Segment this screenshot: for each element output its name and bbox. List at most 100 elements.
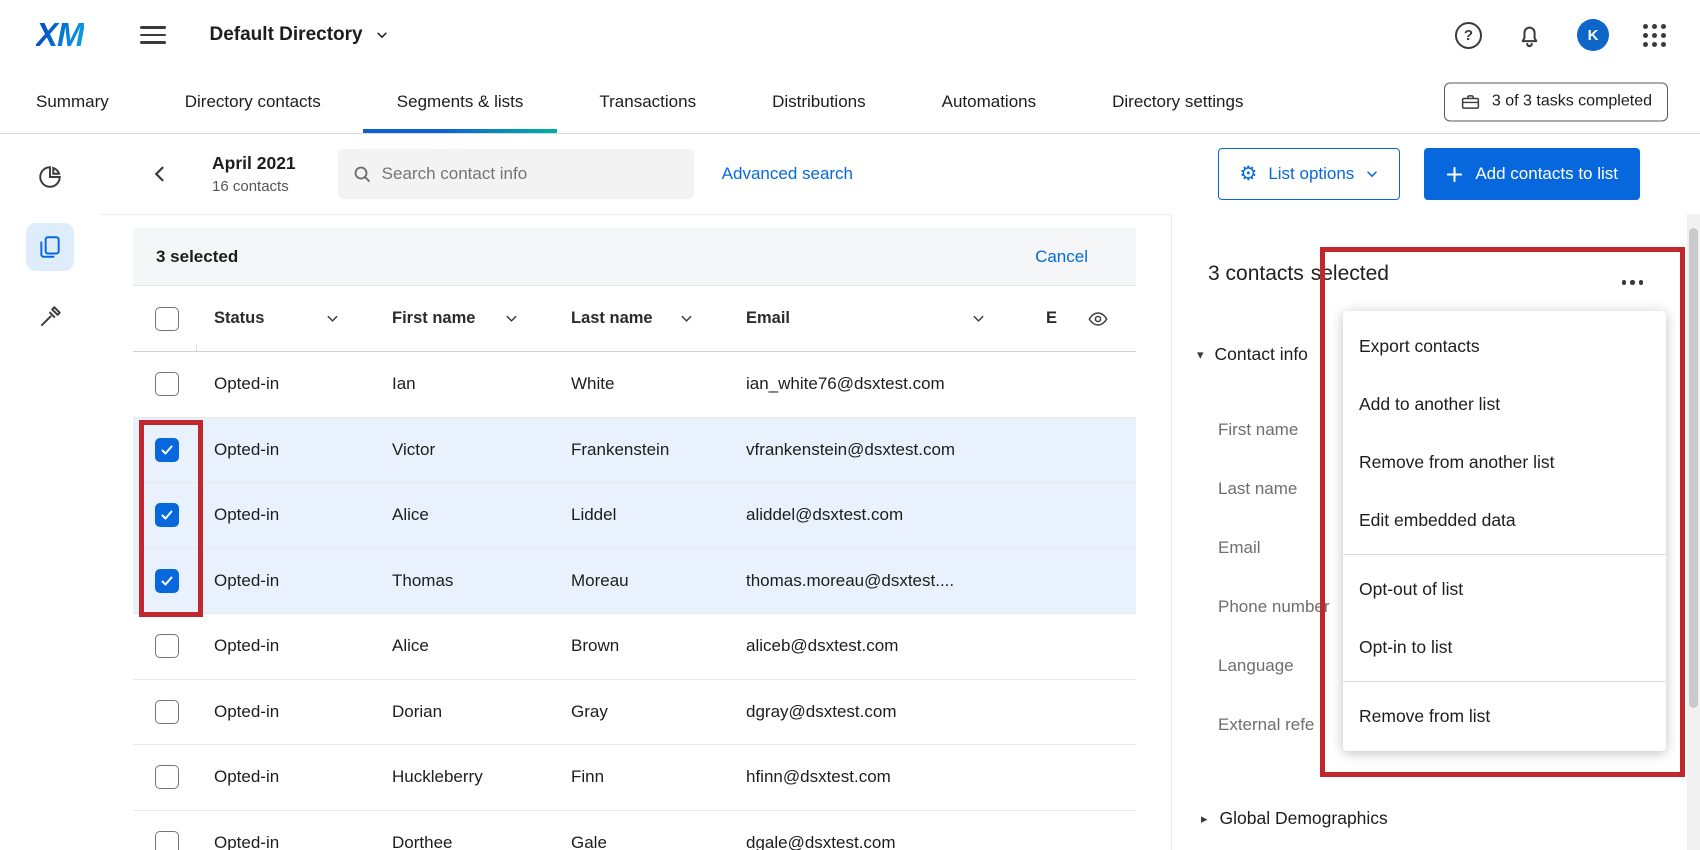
tab-distributions[interactable]: Distributions	[772, 70, 866, 133]
menu-item-remove-from-list[interactable]: Remove from list	[1343, 687, 1666, 745]
panel-title: 3 contactsselected	[1208, 262, 1389, 286]
top-bar: XM Default Directory ? K	[0, 0, 1700, 70]
menu-item-opt-in-to-list[interactable]: Opt-in to list	[1343, 618, 1666, 676]
chevron-down-icon	[375, 28, 389, 42]
table-row[interactable]: Opted-in Thomas Moreau thomas.moreau@dsx…	[133, 549, 1136, 615]
row-checkbox[interactable]	[155, 765, 179, 789]
table-row[interactable]: Opted-in Ian White ian_white76@dsxtest.c…	[133, 352, 1136, 418]
table-row[interactable]: Opted-in Dorthee Gale dgale@dsxtest.com	[133, 811, 1136, 850]
left-icon-rail	[0, 134, 100, 850]
search-input[interactable]	[382, 164, 680, 184]
table-row[interactable]: Opted-in Alice Brown aliceb@dsxtest.com	[133, 614, 1136, 680]
cell-last-name: Liddel	[553, 505, 728, 525]
sort-chevron-icon[interactable]	[971, 311, 986, 326]
menu-item-opt-out-of-list[interactable]: Opt-out of list	[1343, 560, 1666, 618]
menu-item-add-to-another-list[interactable]: Add to another list	[1343, 375, 1666, 433]
select-all-checkbox[interactable]	[155, 307, 179, 331]
cell-email: thomas.moreau@dsxtest....	[728, 571, 1046, 591]
row-checkbox[interactable]	[155, 372, 179, 396]
tab-summary[interactable]: Summary	[36, 70, 109, 133]
header-checkbox-cell	[133, 307, 196, 331]
table-row[interactable]: Opted-in Victor Frankenstein vfrankenste…	[133, 418, 1136, 484]
list-options-label: List options	[1268, 164, 1354, 184]
gear-icon: ⚙	[1239, 164, 1257, 184]
sort-chevron-icon[interactable]	[679, 311, 694, 326]
sort-chevron-icon[interactable]	[325, 311, 340, 326]
column-header-last-name[interactable]: Last name	[553, 309, 728, 328]
table-row[interactable]: Opted-in Dorian Gray dgray@dsxtest.com	[133, 680, 1136, 746]
back-chevron-icon[interactable]	[148, 162, 172, 186]
cancel-selection-link[interactable]: Cancel	[1035, 247, 1088, 267]
tab-directory-contacts[interactable]: Directory contacts	[185, 70, 321, 133]
column-label: First name	[392, 309, 475, 328]
more-options-ellipsis-icon[interactable]	[1618, 276, 1648, 289]
hamburger-menu-icon[interactable]	[140, 21, 166, 49]
cell-status: Opted-in	[196, 374, 374, 394]
row-checkbox[interactable]	[155, 503, 179, 527]
column-label: Status	[214, 309, 264, 328]
menu-item-export-contacts[interactable]: Export contacts	[1343, 317, 1666, 375]
cell-last-name: Moreau	[553, 571, 728, 591]
rail-item-tools[interactable]	[26, 293, 74, 341]
advanced-search-link[interactable]: Advanced search	[722, 164, 853, 184]
cell-first-name: Alice	[374, 505, 553, 525]
global-demographics-section-header[interactable]: ▸ Global Demographics	[1201, 808, 1388, 829]
tab-transactions[interactable]: Transactions	[599, 70, 696, 133]
directory-selector[interactable]: Default Directory	[210, 24, 389, 46]
table-row[interactable]: Opted-in Huckleberry Finn hfinn@dsxtest.…	[133, 745, 1136, 811]
row-checkbox[interactable]	[155, 831, 179, 850]
row-checkbox[interactable]	[155, 438, 179, 462]
menu-item-edit-embedded-data[interactable]: Edit embedded data	[1343, 491, 1666, 549]
show-hide-columns-eye-icon[interactable]	[1087, 308, 1109, 330]
cell-email: ian_white76@dsxtest.com	[728, 374, 1046, 394]
menu-item-remove-from-another-list[interactable]: Remove from another list	[1343, 433, 1666, 491]
column-label: Email	[746, 309, 790, 328]
avatar[interactable]: K	[1577, 19, 1609, 51]
cell-first-name: Huckleberry	[374, 767, 553, 787]
column-label: Last name	[571, 309, 653, 328]
row-checkbox[interactable]	[155, 569, 179, 593]
list-toolbar: April 2021 16 contacts Advanced search ⚙…	[100, 134, 1700, 214]
contact-info-section-header[interactable]: ▾ Contact info	[1197, 344, 1308, 365]
eyedropper-icon	[37, 304, 63, 330]
add-contacts-to-list-button[interactable]: Add contacts to list	[1424, 148, 1640, 200]
cell-email: aliceb@dsxtest.com	[728, 636, 1046, 656]
tab-segments-lists[interactable]: Segments & lists	[397, 70, 524, 133]
search-box	[338, 149, 694, 199]
scrollbar-thumb[interactable]	[1689, 228, 1698, 708]
sort-chevron-icon[interactable]	[504, 311, 519, 326]
cell-email: dgale@dsxtest.com	[728, 833, 1046, 850]
app-window: XM Default Directory ? K Summary Directo…	[0, 0, 1700, 850]
search-icon	[352, 164, 372, 184]
table-body: Opted-in Ian White ian_white76@dsxtest.c…	[133, 352, 1136, 850]
cell-first-name: Alice	[374, 636, 553, 656]
help-icon[interactable]: ?	[1455, 22, 1482, 49]
cell-status: Opted-in	[196, 833, 374, 850]
list-options-button[interactable]: ⚙ List options	[1218, 148, 1400, 200]
column-label: E	[1046, 309, 1057, 328]
global-demographics-label: Global Demographics	[1220, 808, 1388, 829]
tab-automations[interactable]: Automations	[942, 70, 1037, 133]
tab-directory-settings[interactable]: Directory settings	[1112, 70, 1243, 133]
column-divider	[196, 344, 197, 351]
cell-status: Opted-in	[196, 702, 374, 722]
notifications-bell-icon[interactable]	[1516, 22, 1543, 49]
table-row[interactable]: Opted-in Alice Liddel aliddel@dsxtest.co…	[133, 483, 1136, 549]
vertical-scrollbar[interactable]	[1687, 214, 1700, 850]
briefcase-icon	[1460, 91, 1481, 112]
cell-last-name: Gale	[553, 833, 728, 850]
row-checkbox[interactable]	[155, 634, 179, 658]
rail-item-dashboards[interactable]	[26, 153, 74, 201]
column-header-status[interactable]: Status	[196, 309, 374, 328]
column-header-first-name[interactable]: First name	[374, 309, 553, 328]
cell-last-name: White	[553, 374, 728, 394]
help-glyph: ?	[1464, 27, 1473, 44]
panel-title-word: selected	[1311, 262, 1389, 285]
rail-item-directories[interactable]	[26, 223, 74, 271]
row-checkbox[interactable]	[155, 700, 179, 724]
apps-grid-icon[interactable]	[1643, 24, 1666, 47]
cell-status: Opted-in	[196, 505, 374, 525]
tasks-completed-badge[interactable]: 3 of 3 tasks completed	[1444, 82, 1668, 121]
column-header-email[interactable]: Email	[728, 309, 1046, 328]
xm-logo: XM	[36, 16, 84, 54]
